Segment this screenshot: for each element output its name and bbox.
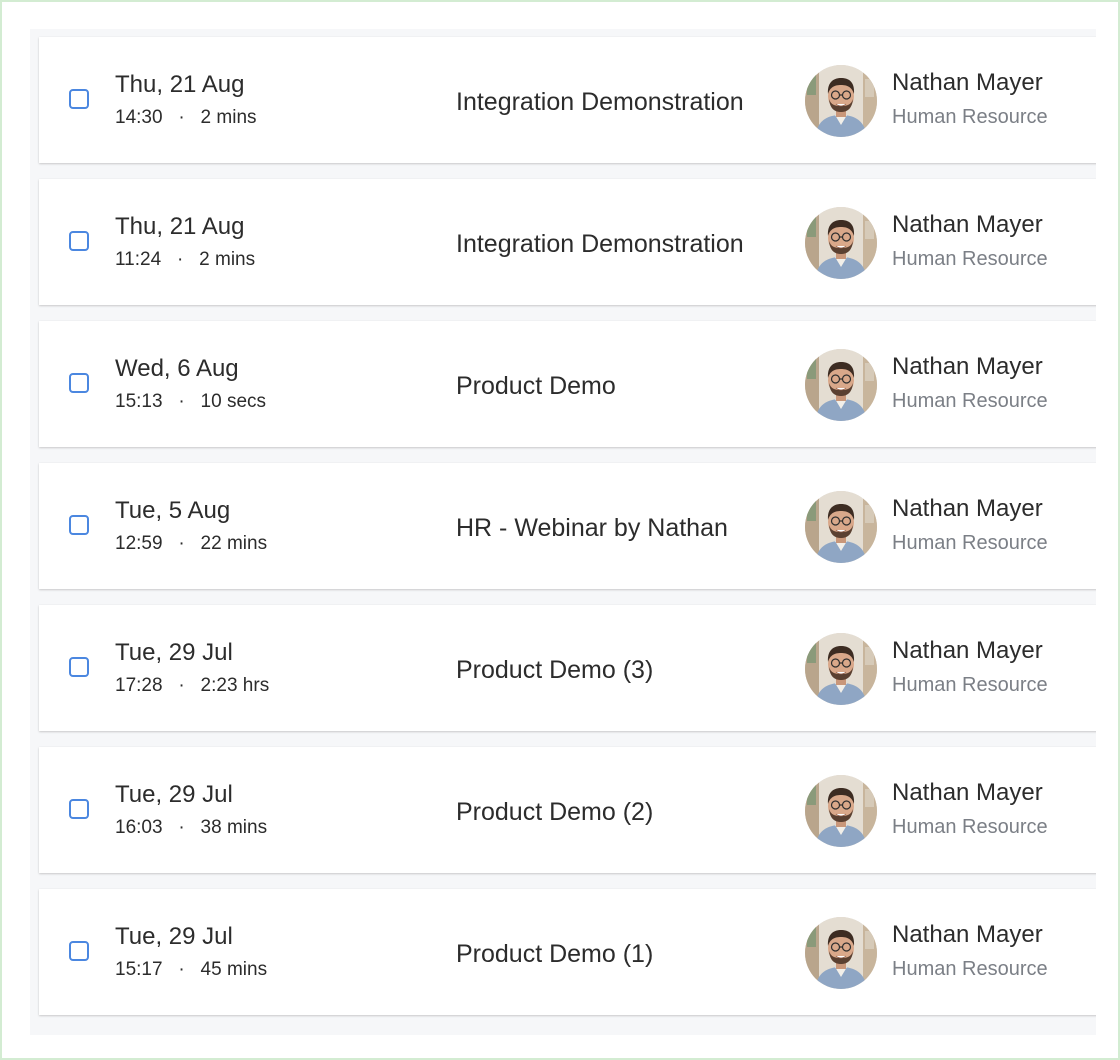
recording-row[interactable]: Tue, 29 Jul 17:28 · 2:23 hrs Product Demo …: [39, 605, 1096, 731]
row-checkbox[interactable]: [69, 373, 89, 393]
recording-meta: 15:13 · 10 secs: [115, 391, 266, 413]
host-name: Nathan Mayer: [892, 637, 1043, 664]
recording-row[interactable]: Tue, 29 Jul 16:03 · 38 mins Product Demo (…: [39, 747, 1096, 873]
recording-date: Tue, 29 Jul: [115, 923, 233, 950]
host-department: Human Resource: [892, 816, 1048, 838]
recording-date: Tue, 29 Jul: [115, 781, 233, 808]
recording-date: Tue, 29 Jul: [115, 639, 233, 666]
host-department: Human Resource: [892, 674, 1048, 696]
separator-dot: ·: [178, 817, 185, 838]
recording-date: Thu, 21 Aug: [115, 71, 245, 98]
recording-row[interactable]: Wed, 6 Aug 15:13 · 10 secs Product Demo Na…: [39, 321, 1096, 447]
recording-duration: 2:23 hrs: [200, 675, 270, 696]
row-checkbox[interactable]: [69, 515, 89, 535]
host-department: Human Resource: [892, 958, 1048, 980]
host-name: Nathan Mayer: [892, 779, 1043, 806]
recording-time: 17:28: [115, 675, 163, 696]
host-avatar: [805, 349, 877, 421]
host-avatar: [805, 65, 877, 137]
separator-dot: ·: [178, 391, 185, 412]
recording-title[interactable]: HR - Webinar by Nathan: [456, 513, 728, 543]
recording-duration: 45 mins: [200, 959, 268, 980]
recording-title[interactable]: Integration Demonstration: [456, 229, 744, 259]
separator-dot: ·: [178, 959, 185, 980]
screenshot-frame: Thu, 21 Aug 14:30 · 2 mins Integration Dem…: [0, 0, 1120, 1060]
host-name: Nathan Mayer: [892, 211, 1043, 238]
recording-title[interactable]: Product Demo (3): [456, 655, 653, 685]
host-department: Human Resource: [892, 390, 1048, 412]
recording-time: 15:17: [115, 959, 163, 980]
recording-duration: 38 mins: [200, 817, 268, 838]
recording-title[interactable]: Integration Demonstration: [456, 87, 744, 117]
host-department: Human Resource: [892, 106, 1048, 128]
host-avatar: [805, 207, 877, 279]
separator-dot: ·: [176, 249, 184, 270]
recording-date: Tue, 5 Aug: [115, 497, 231, 524]
recording-title[interactable]: Product Demo (1): [456, 939, 653, 969]
host-avatar: [805, 633, 877, 705]
row-checkbox[interactable]: [69, 231, 89, 251]
recordings-list: Thu, 21 Aug 14:30 · 2 mins Integration Dem…: [30, 29, 1096, 1035]
recording-time: 12:59: [115, 533, 163, 554]
recording-time: 15:13: [115, 391, 163, 412]
separator-dot: ·: [178, 675, 185, 696]
recording-time: 14:30: [115, 107, 163, 128]
host-name: Nathan Mayer: [892, 69, 1043, 96]
recording-row[interactable]: Tue, 5 Aug 12:59 · 22 mins HR - Webinar by…: [39, 463, 1096, 589]
recording-title[interactable]: Product Demo (2): [456, 797, 653, 827]
recording-duration: 22 mins: [200, 533, 268, 554]
recording-meta: 12:59 · 22 mins: [115, 533, 267, 555]
recording-row[interactable]: Tue, 29 Jul 15:17 · 45 mins Product Demo (…: [39, 889, 1096, 1015]
recording-time: 11:24: [115, 249, 162, 270]
recording-title[interactable]: Product Demo: [456, 371, 616, 401]
host-avatar: [805, 491, 877, 563]
host-avatar: [805, 917, 877, 989]
separator-dot: ·: [178, 533, 185, 554]
separator-dot: ·: [178, 107, 185, 128]
recording-meta: 16:03 · 38 mins: [115, 817, 267, 839]
recording-row[interactable]: Thu, 21 Aug 14:30 · 2 mins Integration Dem…: [39, 37, 1096, 163]
row-checkbox[interactable]: [69, 941, 89, 961]
recording-time: 16:03: [115, 817, 163, 838]
recording-duration: 2 mins: [200, 107, 257, 128]
row-checkbox[interactable]: [69, 799, 89, 819]
host-department: Human Resource: [892, 248, 1048, 270]
recording-date: Thu, 21 Aug: [115, 213, 245, 240]
recording-meta: 11:24 · 2 mins: [115, 249, 255, 271]
host-name: Nathan Mayer: [892, 495, 1043, 522]
host-avatar: [805, 775, 877, 847]
host-department: Human Resource: [892, 532, 1048, 554]
recording-duration: 2 mins: [199, 249, 256, 270]
host-name: Nathan Mayer: [892, 353, 1043, 380]
recording-duration: 10 secs: [200, 391, 267, 412]
recording-row[interactable]: Thu, 21 Aug 11:24 · 2 mins Integration Dem…: [39, 179, 1096, 305]
row-checkbox[interactable]: [69, 657, 89, 677]
recording-meta: 17:28 · 2:23 hrs: [115, 675, 269, 697]
row-checkbox[interactable]: [69, 89, 89, 109]
recording-meta: 14:30 · 2 mins: [115, 107, 257, 129]
recording-meta: 15:17 · 45 mins: [115, 959, 267, 981]
host-name: Nathan Mayer: [892, 921, 1043, 948]
recording-date: Wed, 6 Aug: [115, 355, 239, 382]
